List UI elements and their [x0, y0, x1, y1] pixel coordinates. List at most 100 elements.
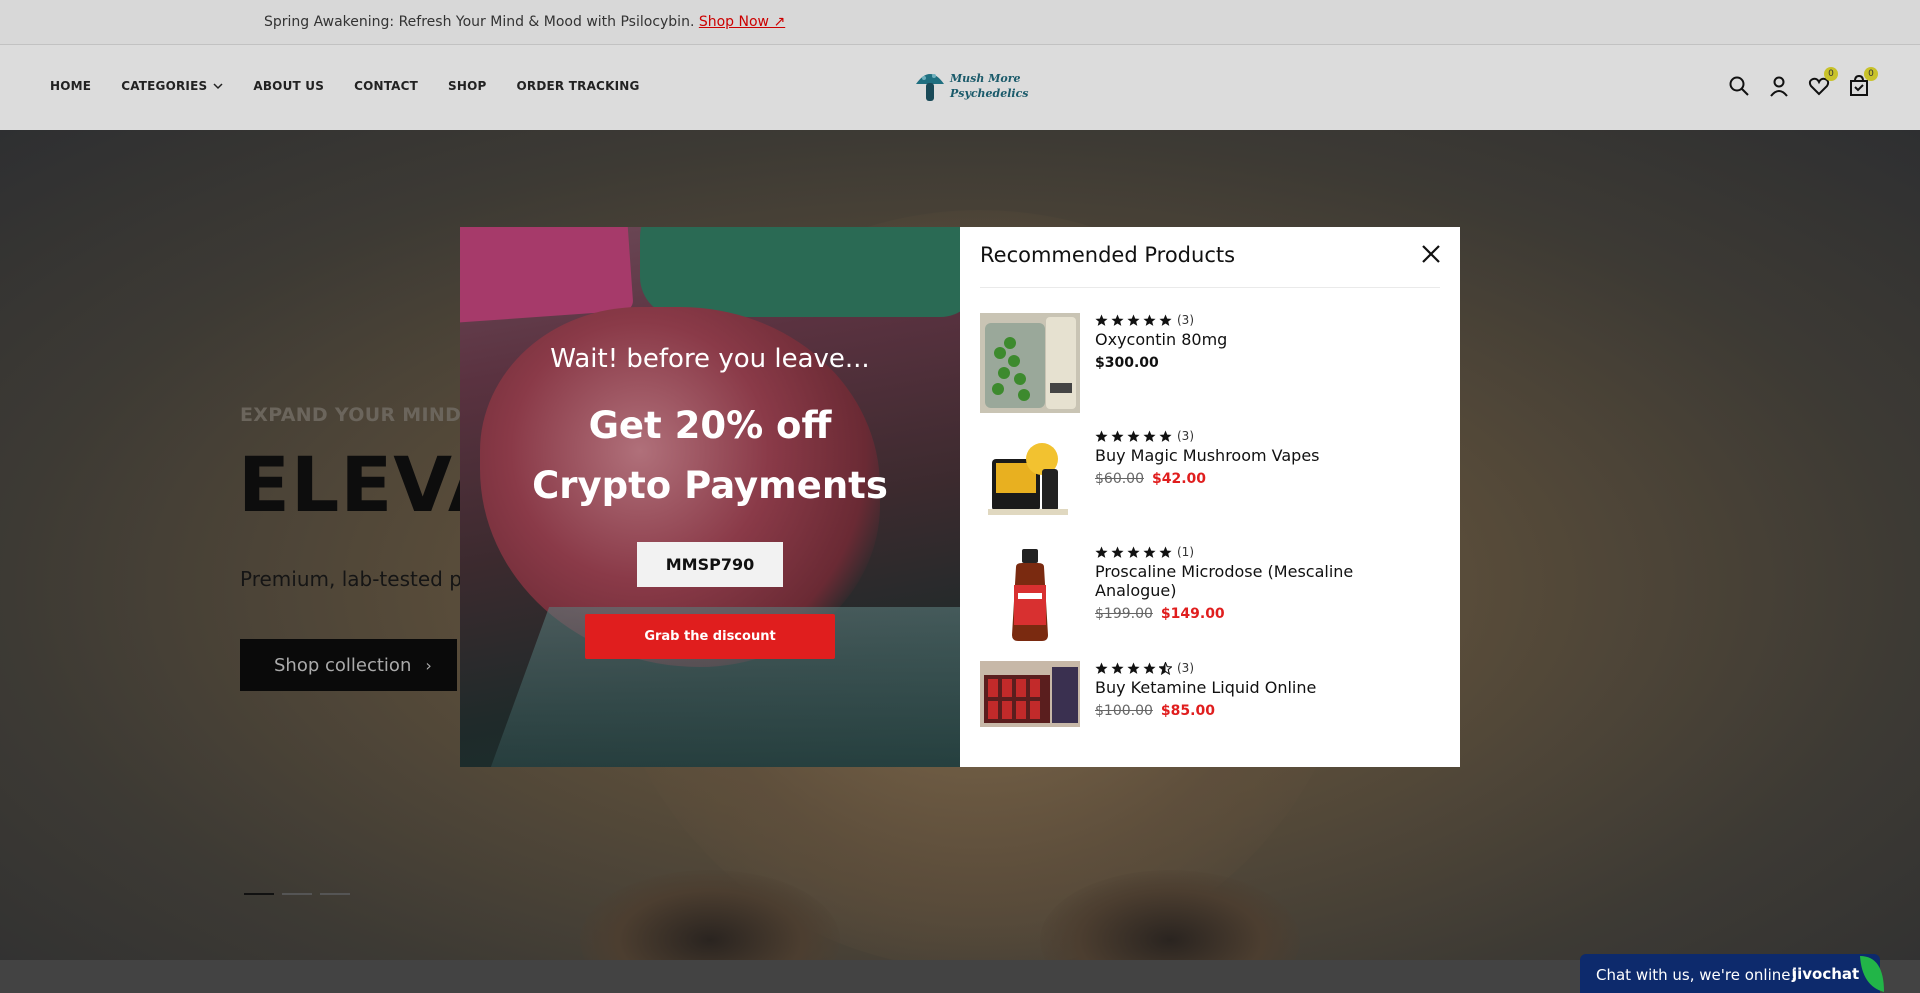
cart-count-badge: 0: [1864, 67, 1878, 81]
divider: [980, 287, 1440, 288]
sale-price: $149.00: [1160, 606, 1225, 622]
promo-offer-heading: Get 20% off: [588, 404, 832, 447]
old-price: $199.00: [1095, 606, 1153, 622]
product-info: (3) Oxycontin 80mg $300.00: [1095, 313, 1395, 371]
slider-dot[interactable]: [320, 893, 350, 895]
announcement-bar: Spring Awakening: Refresh Your Mind & Mo…: [0, 0, 1920, 45]
product-name[interactable]: Buy Ketamine Liquid Online: [1095, 678, 1395, 697]
product-item[interactable]: (3) Buy Magic Mushroom Vapes $60.00 $42.…: [980, 429, 1440, 545]
chat-brand: jivochat: [1792, 965, 1860, 983]
review-count: (3): [1177, 429, 1194, 443]
nav-contact-label: CONTACT: [354, 79, 419, 93]
star-icon: [1159, 546, 1172, 558]
product-item[interactable]: (1) Proscaline Microdose (Mescaline Anal…: [980, 545, 1440, 661]
rating-stars: (3): [1095, 661, 1395, 675]
star-icon: [1143, 662, 1156, 674]
rating-stars: (3): [1095, 429, 1395, 443]
star-icon: [1111, 430, 1124, 442]
recommended-panel: Recommended Products (3) Oxycontin 80mg …: [960, 227, 1460, 767]
coupon-code[interactable]: MMSP790: [637, 542, 783, 587]
promo-image-tin: [640, 227, 960, 317]
nav-order-tracking-label: ORDER TRACKING: [516, 79, 640, 93]
promo-offer-subheading: Crypto Payments: [532, 464, 888, 507]
product-name[interactable]: Oxycontin 80mg: [1095, 330, 1395, 349]
star-icon: [1111, 662, 1124, 674]
shop-collection-label: Shop collection: [274, 654, 412, 676]
main-nav: HOME CATEGORIES ABOUT US CONTACT SHOP OR…: [50, 79, 670, 93]
chat-leaf-icon: [1860, 956, 1884, 992]
star-icon: [1095, 430, 1108, 442]
nav-home[interactable]: HOME: [50, 79, 91, 93]
slider-dot[interactable]: [282, 893, 312, 895]
product-price: $60.00 $42.00: [1095, 471, 1395, 487]
star-icon: [1127, 662, 1140, 674]
logo-line1: Mush More: [950, 72, 1021, 85]
slider-dot[interactable]: [244, 893, 274, 895]
review-count: (1): [1177, 545, 1194, 559]
product-price: $199.00 $149.00: [1095, 606, 1395, 622]
review-count: (3): [1177, 313, 1194, 327]
star-icon: [1159, 430, 1172, 442]
cart-icon[interactable]: 0: [1848, 67, 1878, 97]
star-icon: [1127, 314, 1140, 326]
nav-about-us[interactable]: ABOUT US: [253, 79, 324, 93]
star-icon: [1143, 546, 1156, 558]
promo-wait-text: Wait! before you leave...: [550, 344, 870, 374]
review-count: (3): [1177, 661, 1194, 675]
account-icon[interactable]: [1768, 75, 1790, 97]
nav-categories-label: CATEGORIES: [121, 79, 208, 93]
star-icon: [1143, 430, 1156, 442]
wishlist-icon[interactable]: 0: [1808, 67, 1838, 97]
promo-panel: Wait! before you leave... Get 20% off Cr…: [460, 227, 960, 767]
chevron-right-icon: ›: [425, 655, 432, 675]
recommended-title: Recommended Products: [980, 243, 1236, 267]
product-image[interactable]: [980, 313, 1080, 413]
logo-line2: Psychedelics: [950, 87, 1029, 100]
nav-categories[interactable]: CATEGORIES: [121, 79, 223, 93]
nav-shop[interactable]: SHOP: [448, 79, 486, 93]
sale-price: $42.00: [1152, 471, 1207, 487]
search-icon[interactable]: [1728, 75, 1750, 97]
star-icon: [1095, 314, 1108, 326]
logo-text: Mush More Psychedelics: [950, 71, 1029, 101]
shop-now-link[interactable]: Shop Now ↗: [699, 14, 785, 30]
nav-order-tracking[interactable]: ORDER TRACKING: [517, 79, 640, 93]
rating-stars: (3): [1095, 313, 1395, 327]
site-header: HOME CATEGORIES ABOUT US CONTACT SHOP OR…: [0, 45, 1920, 130]
announcement-text-wrap: Spring Awakening: Refresh Your Mind & Mo…: [264, 14, 785, 30]
shop-collection-button[interactable]: Shop collection ›: [240, 639, 457, 691]
grab-discount-button[interactable]: Grab the discount: [585, 614, 835, 659]
chat-widget[interactable]: Chat with us, we're online! jivochat: [1580, 954, 1884, 993]
product-image[interactable]: [980, 429, 1080, 529]
old-price: $100.00: [1095, 703, 1153, 719]
star-icon: [1111, 546, 1124, 558]
chevron-down-icon: [213, 83, 223, 90]
sale-price: $85.00: [1160, 703, 1215, 719]
product-item[interactable]: (3) Buy Ketamine Liquid Online $100.00 $…: [980, 661, 1440, 777]
site-logo[interactable]: Mush More Psychedelics: [914, 68, 1029, 104]
product-image[interactable]: [980, 545, 1080, 645]
nav-contact[interactable]: CONTACT: [354, 79, 418, 93]
wishlist-count-badge: 0: [1824, 67, 1838, 81]
product-price: $100.00 $85.00: [1095, 703, 1395, 719]
slider-dots: [244, 893, 350, 895]
product-item[interactable]: (3) Oxycontin 80mg $300.00: [980, 313, 1440, 429]
mushroom-logo-icon: [916, 74, 944, 101]
star-icon: [1143, 314, 1156, 326]
old-price: $60.00: [1095, 471, 1144, 487]
product-image[interactable]: [980, 661, 1080, 727]
product-name[interactable]: Proscaline Microdose (Mescaline Analogue…: [1095, 562, 1395, 600]
nav-home-label: HOME: [50, 79, 92, 93]
star-icon: [1095, 662, 1108, 674]
exit-intent-modal: Wait! before you leave... Get 20% off Cr…: [460, 227, 1460, 767]
star-icon: [1159, 314, 1172, 326]
nav-about-label: ABOUT US: [253, 79, 325, 93]
product-name[interactable]: Buy Magic Mushroom Vapes: [1095, 446, 1395, 465]
half-star-icon: [1159, 661, 1172, 675]
header-icons: 0 0: [1728, 67, 1878, 97]
close-icon[interactable]: [1420, 243, 1442, 265]
star-icon: [1127, 430, 1140, 442]
nav-shop-label: SHOP: [448, 79, 487, 93]
hero-subtitle: Premium, lab-tested psi: [240, 567, 478, 591]
star-icon: [1127, 546, 1140, 558]
